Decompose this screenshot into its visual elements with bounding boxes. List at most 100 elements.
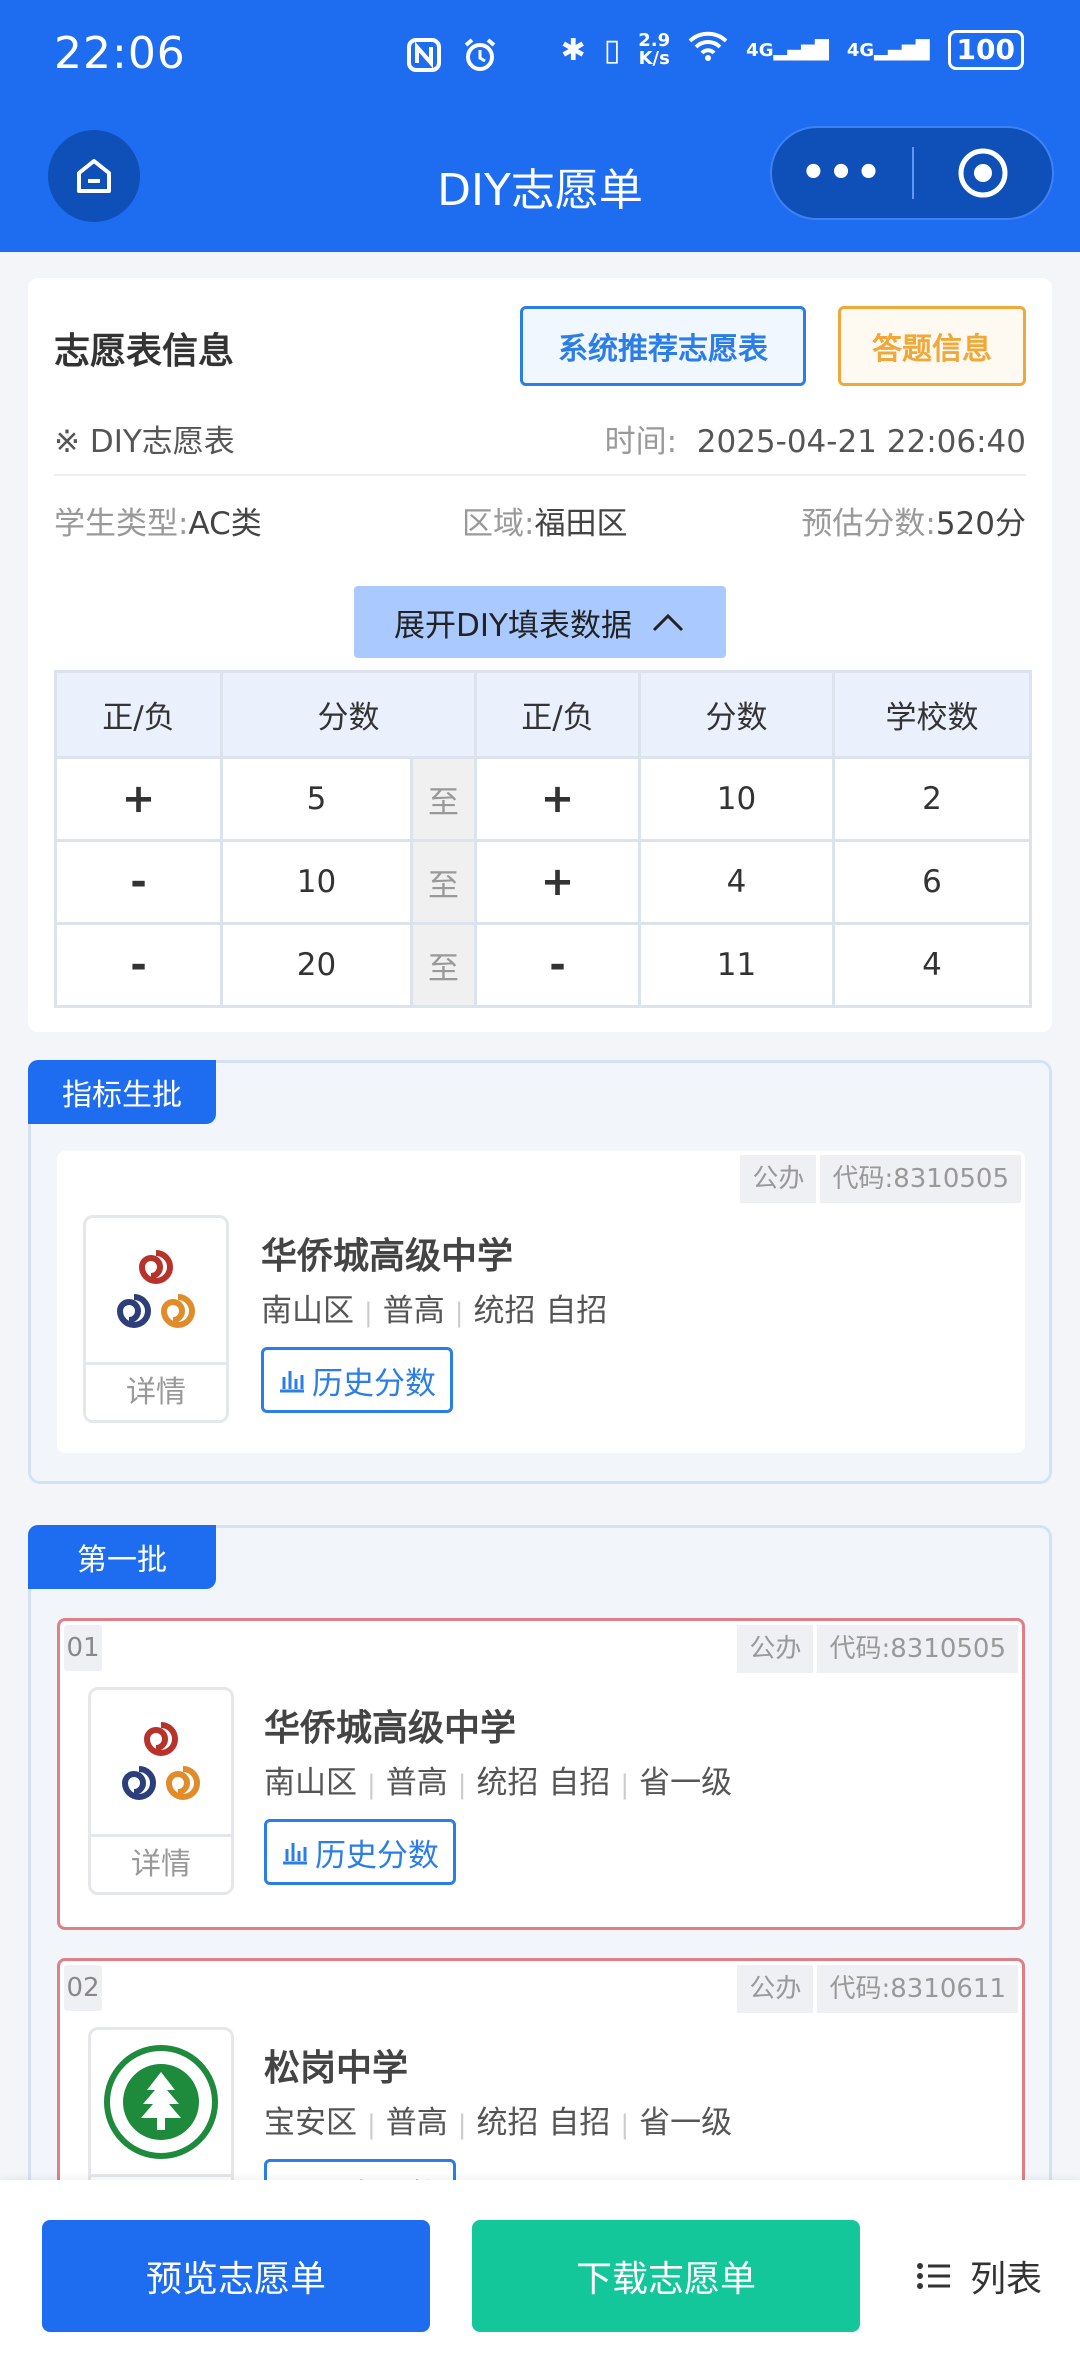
list-icon (916, 2263, 950, 2289)
school-order-number: 02 (64, 1965, 102, 2011)
school-name: 华侨城高级中学 (264, 1708, 517, 1749)
sign-cell: + (54, 756, 223, 842)
sign-cell: - (474, 922, 641, 1008)
target-icon (958, 148, 1008, 198)
student-type: 学生类型:AC类 (54, 506, 262, 542)
region: 区域:福田区 (462, 506, 628, 542)
volunteer-info-card: 志愿表信息 系统推荐志愿表 答题信息 ※ DIY志愿表 时间: 2025-04-… (28, 278, 1052, 1032)
batch-tag: 指标生批 (28, 1060, 216, 1124)
school-card[interactable]: 01 公办 代码:8310505 详情 华侨城高级中学 南山区 | 普高 | 统招 自招… (57, 1618, 1025, 1930)
school-logo (91, 1690, 231, 1834)
header-cell: 分数 (638, 670, 835, 759)
download-button[interactable]: 下载志愿单 (472, 2220, 860, 2332)
divider (54, 474, 1026, 476)
table-row: - 20 至 - 11 4 (54, 922, 1032, 1008)
info-title: 志愿表信息 (54, 331, 235, 372)
status-notification-icons (406, 30, 499, 74)
preview-button[interactable]: 预览志愿单 (42, 2220, 430, 2332)
system-recommend-button[interactable]: 系统推荐志愿表 (520, 306, 806, 386)
pine-tree-logo-icon (104, 2045, 218, 2159)
mini-program-capsule: ••• (770, 126, 1054, 220)
school-kind-badge: 公办 (737, 1625, 814, 1673)
school-card[interactable]: 公办 代码:8310505 详情 华侨城高级中学 南山区 | 普高 | 统招 自招 历史… (57, 1151, 1025, 1453)
sign-cell: + (474, 839, 641, 925)
chevron-up-icon (652, 613, 684, 632)
school-code-badge: 代码:8310611 (817, 1965, 1018, 2013)
spiral-logo-icon (116, 1250, 195, 1328)
batch-tag: 第一批 (28, 1525, 216, 1589)
net-speed: 2.9 K/s (638, 30, 671, 69)
score-cell: 11 (638, 922, 835, 1008)
score-cell: 4 (638, 839, 835, 925)
signal-icon-1: 4G▂▄▆█ (746, 39, 829, 61)
expand-diy-data-button[interactable]: 展开DIY填表数据 (354, 586, 726, 658)
status-system-icons: ✱ ▯ 2.9 K/s 4G▂▄▆█ 4G▂▄▆█ 100 (561, 30, 1024, 70)
created-time: 时间: 2025-04-21 22:06:40 (604, 424, 1026, 460)
to-cell: 至 (410, 839, 477, 925)
sign-cell: + (474, 756, 641, 842)
school-logo (91, 2030, 231, 2174)
school-logo (86, 1218, 226, 1362)
detail-button[interactable]: 详情 (86, 1362, 226, 1420)
expand-label: 展开DIY填表数据 (394, 607, 632, 644)
header-cell: 正/负 (54, 670, 223, 759)
to-cell: 至 (410, 922, 477, 1008)
school-kind-badge: 公办 (740, 1155, 817, 1203)
table-row: + 5 至 + 10 2 (54, 756, 1032, 842)
spiral-logo-icon (121, 1722, 200, 1800)
close-mini-program-button[interactable] (914, 146, 1052, 200)
status-time: 22:06 (54, 28, 186, 79)
detail-button[interactable]: 详情 (91, 1834, 231, 1892)
score-cell: 20 (220, 922, 413, 1008)
to-cell: 至 (410, 756, 477, 842)
school-code-badge: 代码:8310505 (820, 1155, 1021, 1203)
vibrate-icon: ▯ (603, 32, 621, 68)
signal-icon-2: 4G▂▄▆█ (846, 39, 930, 61)
school-logo-box[interactable]: 详情 (83, 1215, 229, 1423)
school-order-number: 01 (64, 1625, 102, 1671)
battery-indicator: 100 (947, 30, 1024, 70)
history-score-button[interactable]: 历史分数 (261, 1347, 453, 1413)
header-cell: 正/负 (474, 670, 641, 759)
nfc-icon (407, 37, 441, 72)
volunteer-type: ※ DIY志愿表 (54, 424, 235, 460)
score-cell: 10 (220, 839, 413, 925)
estimated-score: 预估分数:520分 (801, 506, 1026, 542)
diy-data-table: 正/负 分数 正/负 分数 学校数 + 5 至 + 10 2 - 10 至 + … (54, 670, 1032, 1008)
bottom-action-bar: 预览志愿单 下载志愿单 列表 (0, 2180, 1080, 2375)
school-logo-box[interactable]: 详情 (88, 1687, 234, 1895)
school-code-badges: 公办 代码:8310505 (737, 1625, 1018, 1673)
bar-chart-icon (280, 1371, 304, 1393)
info-meta-row: ※ DIY志愿表 时间: 2025-04-21 22:06:40 (54, 406, 1026, 462)
table-row: - 10 至 + 4 6 (54, 839, 1032, 925)
student-info-row: 学生类型:AC类 区域:福田区 预估分数:520分 (54, 498, 1026, 548)
list-label: 列表 (969, 2259, 1042, 2300)
school-code-badges: 公办 代码:8310505 (740, 1155, 1021, 1203)
answer-info-button[interactable]: 答题信息 (838, 306, 1026, 386)
count-cell: 4 (832, 922, 1032, 1008)
score-cell: 10 (638, 756, 835, 842)
school-name: 华侨城高级中学 (261, 1236, 514, 1277)
status-bar: 22:06 ✱ ▯ 2.9 K/s 4G▂▄▆█ 4G▂▄▆█ 100 (0, 0, 1080, 110)
school-code-badges: 公办 代码:8310611 (737, 1965, 1018, 2013)
school-kind-badge: 公办 (737, 1965, 814, 2013)
alarm-icon (464, 37, 496, 71)
school-tags: 宝安区 | 普高 | 统招 自招 | 省一级 (264, 2105, 733, 2141)
more-button[interactable]: ••• (772, 150, 912, 196)
nav-bar: DIY志愿单 ••• (0, 110, 1080, 252)
school-tags: 南山区 | 普高 | 统招 自招 | 省一级 (264, 1765, 733, 1801)
list-button[interactable]: 列表 (904, 2220, 1054, 2332)
wifi-icon (688, 30, 728, 70)
header-cell: 学校数 (832, 670, 1032, 759)
history-score-button[interactable]: 历史分数 (264, 1819, 456, 1885)
table-header-row: 正/负 分数 正/负 分数 学校数 (54, 670, 1032, 759)
sign-cell: - (54, 839, 223, 925)
school-tags: 南山区 | 普高 | 统招 自招 (261, 1293, 608, 1329)
bluetooth-icon: ✱ (560, 32, 586, 68)
sign-cell: - (54, 922, 223, 1008)
count-cell: 2 (832, 756, 1032, 842)
school-code-badge: 代码:8310505 (817, 1625, 1018, 1673)
score-cell: 5 (220, 756, 413, 842)
school-name: 松岗中学 (264, 2048, 409, 2089)
bar-chart-icon (283, 1843, 307, 1865)
